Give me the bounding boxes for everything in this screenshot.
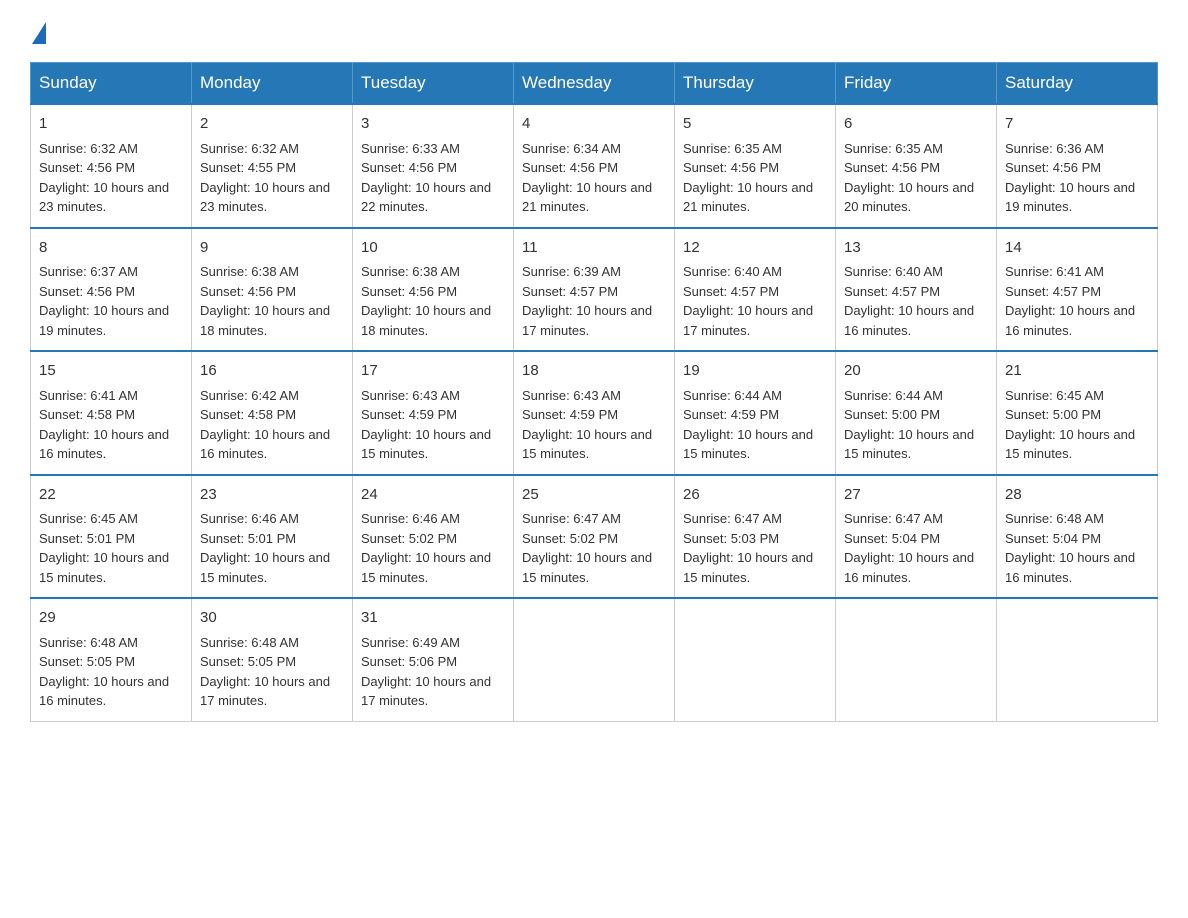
calendar-header-friday: Friday <box>836 63 997 105</box>
calendar-cell: 16Sunrise: 6:42 AMSunset: 4:58 PMDayligh… <box>192 351 353 475</box>
calendar-week-row: 29Sunrise: 6:48 AMSunset: 5:05 PMDayligh… <box>31 598 1158 721</box>
calendar-cell: 13Sunrise: 6:40 AMSunset: 4:57 PMDayligh… <box>836 228 997 352</box>
day-number: 8 <box>39 237 183 260</box>
day-number: 24 <box>361 484 505 507</box>
calendar-cell: 3Sunrise: 6:33 AMSunset: 4:56 PMDaylight… <box>353 104 514 228</box>
calendar-header-tuesday: Tuesday <box>353 63 514 105</box>
day-number: 18 <box>522 360 666 383</box>
calendar-header-thursday: Thursday <box>675 63 836 105</box>
day-number: 20 <box>844 360 988 383</box>
calendar-cell: 25Sunrise: 6:47 AMSunset: 5:02 PMDayligh… <box>514 475 675 599</box>
day-number: 6 <box>844 113 988 136</box>
calendar-week-row: 15Sunrise: 6:41 AMSunset: 4:58 PMDayligh… <box>31 351 1158 475</box>
day-number: 14 <box>1005 237 1149 260</box>
calendar-cell: 21Sunrise: 6:45 AMSunset: 5:00 PMDayligh… <box>997 351 1158 475</box>
calendar-cell: 6Sunrise: 6:35 AMSunset: 4:56 PMDaylight… <box>836 104 997 228</box>
calendar-header-sunday: Sunday <box>31 63 192 105</box>
calendar-header-monday: Monday <box>192 63 353 105</box>
day-number: 7 <box>1005 113 1149 136</box>
day-number: 25 <box>522 484 666 507</box>
calendar-cell: 15Sunrise: 6:41 AMSunset: 4:58 PMDayligh… <box>31 351 192 475</box>
calendar-week-row: 8Sunrise: 6:37 AMSunset: 4:56 PMDaylight… <box>31 228 1158 352</box>
calendar-cell: 20Sunrise: 6:44 AMSunset: 5:00 PMDayligh… <box>836 351 997 475</box>
calendar-cell: 26Sunrise: 6:47 AMSunset: 5:03 PMDayligh… <box>675 475 836 599</box>
day-number: 28 <box>1005 484 1149 507</box>
calendar-cell: 28Sunrise: 6:48 AMSunset: 5:04 PMDayligh… <box>997 475 1158 599</box>
day-number: 31 <box>361 607 505 630</box>
day-number: 23 <box>200 484 344 507</box>
day-number: 15 <box>39 360 183 383</box>
day-number: 19 <box>683 360 827 383</box>
calendar-cell: 23Sunrise: 6:46 AMSunset: 5:01 PMDayligh… <box>192 475 353 599</box>
day-number: 26 <box>683 484 827 507</box>
calendar-table: SundayMondayTuesdayWednesdayThursdayFrid… <box>30 62 1158 722</box>
day-number: 1 <box>39 113 183 136</box>
day-number: 3 <box>361 113 505 136</box>
day-number: 2 <box>200 113 344 136</box>
day-number: 16 <box>200 360 344 383</box>
day-number: 21 <box>1005 360 1149 383</box>
calendar-cell: 24Sunrise: 6:46 AMSunset: 5:02 PMDayligh… <box>353 475 514 599</box>
day-number: 22 <box>39 484 183 507</box>
calendar-cell <box>997 598 1158 721</box>
calendar-cell: 2Sunrise: 6:32 AMSunset: 4:55 PMDaylight… <box>192 104 353 228</box>
calendar-cell: 1Sunrise: 6:32 AMSunset: 4:56 PMDaylight… <box>31 104 192 228</box>
calendar-cell: 22Sunrise: 6:45 AMSunset: 5:01 PMDayligh… <box>31 475 192 599</box>
calendar-cell: 14Sunrise: 6:41 AMSunset: 4:57 PMDayligh… <box>997 228 1158 352</box>
day-number: 17 <box>361 360 505 383</box>
day-number: 10 <box>361 237 505 260</box>
calendar-cell <box>675 598 836 721</box>
calendar-cell: 18Sunrise: 6:43 AMSunset: 4:59 PMDayligh… <box>514 351 675 475</box>
day-number: 4 <box>522 113 666 136</box>
day-number: 9 <box>200 237 344 260</box>
day-number: 13 <box>844 237 988 260</box>
calendar-cell: 5Sunrise: 6:35 AMSunset: 4:56 PMDaylight… <box>675 104 836 228</box>
day-number: 5 <box>683 113 827 136</box>
page-header <box>30 20 1158 42</box>
calendar-cell: 17Sunrise: 6:43 AMSunset: 4:59 PMDayligh… <box>353 351 514 475</box>
day-number: 29 <box>39 607 183 630</box>
day-number: 27 <box>844 484 988 507</box>
calendar-cell: 27Sunrise: 6:47 AMSunset: 5:04 PMDayligh… <box>836 475 997 599</box>
calendar-cell: 9Sunrise: 6:38 AMSunset: 4:56 PMDaylight… <box>192 228 353 352</box>
calendar-cell: 29Sunrise: 6:48 AMSunset: 5:05 PMDayligh… <box>31 598 192 721</box>
calendar-cell <box>514 598 675 721</box>
day-number: 11 <box>522 237 666 260</box>
logo <box>30 20 48 42</box>
calendar-week-row: 22Sunrise: 6:45 AMSunset: 5:01 PMDayligh… <box>31 475 1158 599</box>
calendar-cell: 4Sunrise: 6:34 AMSunset: 4:56 PMDaylight… <box>514 104 675 228</box>
calendar-header-row: SundayMondayTuesdayWednesdayThursdayFrid… <box>31 63 1158 105</box>
calendar-cell: 19Sunrise: 6:44 AMSunset: 4:59 PMDayligh… <box>675 351 836 475</box>
calendar-cell: 12Sunrise: 6:40 AMSunset: 4:57 PMDayligh… <box>675 228 836 352</box>
calendar-header-wednesday: Wednesday <box>514 63 675 105</box>
calendar-cell <box>836 598 997 721</box>
logo-triangle-icon <box>32 22 46 44</box>
calendar-cell: 8Sunrise: 6:37 AMSunset: 4:56 PMDaylight… <box>31 228 192 352</box>
day-number: 30 <box>200 607 344 630</box>
calendar-cell: 7Sunrise: 6:36 AMSunset: 4:56 PMDaylight… <box>997 104 1158 228</box>
calendar-header-saturday: Saturday <box>997 63 1158 105</box>
day-number: 12 <box>683 237 827 260</box>
calendar-cell: 31Sunrise: 6:49 AMSunset: 5:06 PMDayligh… <box>353 598 514 721</box>
calendar-week-row: 1Sunrise: 6:32 AMSunset: 4:56 PMDaylight… <box>31 104 1158 228</box>
calendar-cell: 11Sunrise: 6:39 AMSunset: 4:57 PMDayligh… <box>514 228 675 352</box>
calendar-cell: 10Sunrise: 6:38 AMSunset: 4:56 PMDayligh… <box>353 228 514 352</box>
calendar-cell: 30Sunrise: 6:48 AMSunset: 5:05 PMDayligh… <box>192 598 353 721</box>
